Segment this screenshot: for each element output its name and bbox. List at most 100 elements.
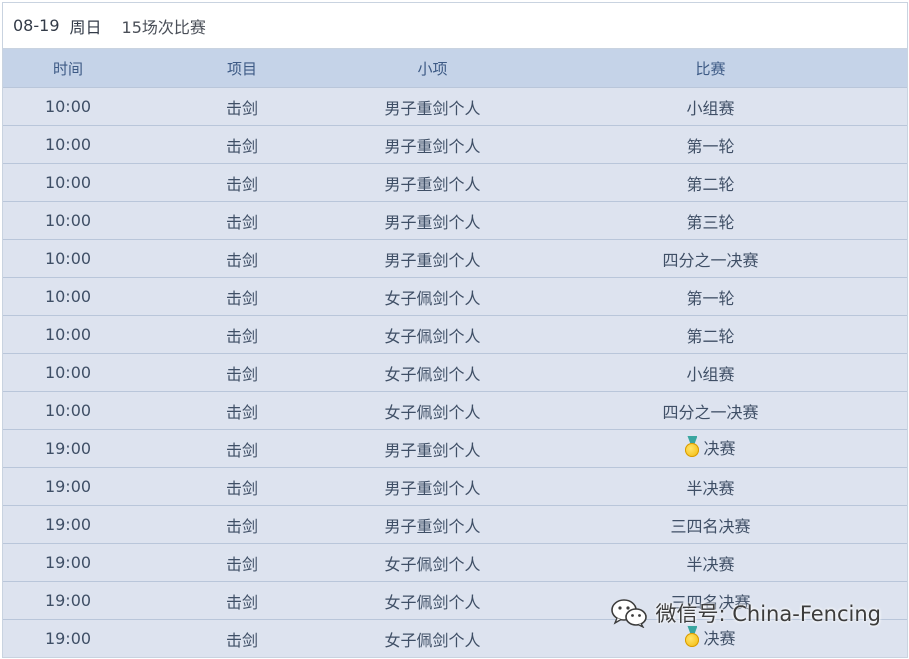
cell-event: 男子重剑个人 [384,136,481,156]
stage-content: 第二轮 [686,171,734,195]
cell-sport: 击剑 [225,554,258,574]
table-row: 10:00 击剑 女子佩剑个人 四分之一决赛 [3,391,907,429]
column-header-event: 小项 [417,59,448,78]
cell-time: 10:00 [44,211,92,230]
cell-event: 女子佩剑个人 [384,364,481,384]
cell-event: 女子佩剑个人 [384,326,481,346]
cell-time: 19:00 [44,553,92,572]
event-count: 15场次比赛 [121,17,206,37]
table-row: 10:00 击剑 女子佩剑个人 第二轮 [3,315,907,353]
cell-sport: 击剑 [225,630,258,650]
cell-stage: 决赛 [514,435,907,462]
column-header-stage: 比赛 [695,59,726,78]
cell-sport: 击剑 [225,440,258,460]
cell-stage: 半决赛 [514,551,907,575]
table-body: 10:00 击剑 男子重剑个人 小组赛 10:00 击剑 男子重剑个人 第一轮 10:00 击剑男… [3,87,907,657]
cell-stage: 第三轮 [514,209,907,233]
cell-time: 10:00 [44,363,92,382]
cell-time: 10:00 [44,287,92,306]
cell-sport: 击剑 [225,592,258,612]
cell-time: 19:00 [44,591,92,610]
cell-event: 女子佩剑个人 [384,592,481,612]
cell-sport: 击剑 [225,288,258,308]
cell-stage: 三四名决赛 [514,513,907,537]
stage-label: 三四名决赛 [670,592,751,612]
cell-time: 10:00 [44,249,92,268]
table-row: 10:00 击剑 男子重剑个人 第一轮 [3,125,907,163]
table-row: 10:00 击剑 男子重剑个人 第三轮 [3,201,907,239]
cell-stage: 第二轮 [514,323,907,347]
day-date: 08-19 [13,16,60,35]
stage-label: 四分之一决赛 [662,402,759,422]
stage-label: 半决赛 [686,478,735,498]
stage-label: 第二轮 [686,174,735,194]
cell-time: 10:00 [44,325,92,344]
table-row: 19:00 击剑 男子重剑个人 三四名决赛 [3,505,907,543]
stage-content: 决赛 [685,625,736,649]
cell-sport: 击剑 [225,364,258,384]
table-row: 19:00 击剑 男子重剑个人 半决赛 [3,467,907,505]
stage-label: 决赛 [703,439,736,458]
cell-event: 男子重剑个人 [384,440,481,460]
schedule-panel: 08-19 周日 15场次比赛 时间 项目 小项 比赛 10:00 击剑 男子重剑个… [2,2,908,658]
cell-event: 男子重剑个人 [384,516,481,536]
stage-content: 三四名决赛 [670,589,750,613]
cell-sport: 击剑 [225,212,258,232]
cell-sport: 击剑 [225,326,258,346]
table-row: 19:00 击剑 女子佩剑个人 三四名决赛 [3,581,907,619]
cell-time: 10:00 [44,135,92,154]
cell-stage: 第一轮 [514,133,907,157]
stage-content: 第一轮 [686,133,734,157]
table-row: 10:00 击剑 男子重剑个人 四分之一决赛 [3,239,907,277]
stage-label: 决赛 [703,629,736,648]
stage-content: 四分之一决赛 [662,399,758,423]
stage-label: 第一轮 [686,136,735,156]
stage-label: 小组赛 [686,364,735,384]
table-row: 10:00 击剑 男子重剑个人 小组赛 [3,87,907,125]
stage-label: 第二轮 [686,326,735,346]
cell-stage: 四分之一决赛 [514,399,907,423]
stage-content: 第三轮 [686,209,734,233]
stage-content: 第一轮 [686,285,734,309]
cell-stage: 半决赛 [514,475,907,499]
cell-stage: 第一轮 [514,285,907,309]
stage-label: 第三轮 [686,212,735,232]
table-row: 19:00 击剑 男子重剑个人 决赛 [3,429,907,467]
table-row: 19:00 击剑 女子佩剑个人 半决赛 [3,543,907,581]
stage-label: 小组赛 [686,98,735,118]
day-header: 08-19 周日 15场次比赛 [3,3,907,49]
stage-content: 半决赛 [686,551,734,575]
cell-event: 女子佩剑个人 [384,630,481,650]
cell-sport: 击剑 [225,174,258,194]
cell-time: 19:00 [44,439,92,458]
cell-stage: 三四名决赛 [514,589,907,613]
stage-label: 半决赛 [686,554,735,574]
table-row: 10:00 击剑 女子佩剑个人 小组赛 [3,353,907,391]
stage-content: 小组赛 [686,95,734,119]
cell-stage: 小组赛 [514,361,907,385]
column-header-time: 时间 [52,59,83,78]
cell-time: 19:00 [44,515,92,534]
gold-medal-icon [685,436,700,458]
table-row: 10:00 击剑 男子重剑个人 第二轮 [3,163,907,201]
cell-time: 19:00 [44,629,92,648]
gold-medal-icon [685,626,700,648]
cell-stage: 决赛 [514,625,907,652]
table-row: 10:00 击剑 女子佩剑个人 第一轮 [3,277,907,315]
cell-sport: 击剑 [225,250,258,270]
column-header-sport: 项目 [226,59,257,78]
cell-event: 男子重剑个人 [384,478,481,498]
cell-stage: 第二轮 [514,171,907,195]
stage-content: 决赛 [685,435,736,459]
cell-event: 男子重剑个人 [384,212,481,232]
table-header: 时间 项目 小项 比赛 [3,49,907,87]
cell-sport: 击剑 [225,98,258,118]
cell-event: 女子佩剑个人 [384,402,481,422]
cell-sport: 击剑 [225,478,258,498]
stage-label: 四分之一决赛 [662,250,759,270]
table-row: 19:00 击剑 女子佩剑个人 决赛 [3,619,907,657]
day-weekday: 周日 [69,17,102,37]
cell-sport: 击剑 [225,516,258,536]
stage-content: 三四名决赛 [670,513,750,537]
cell-time: 19:00 [44,477,92,496]
